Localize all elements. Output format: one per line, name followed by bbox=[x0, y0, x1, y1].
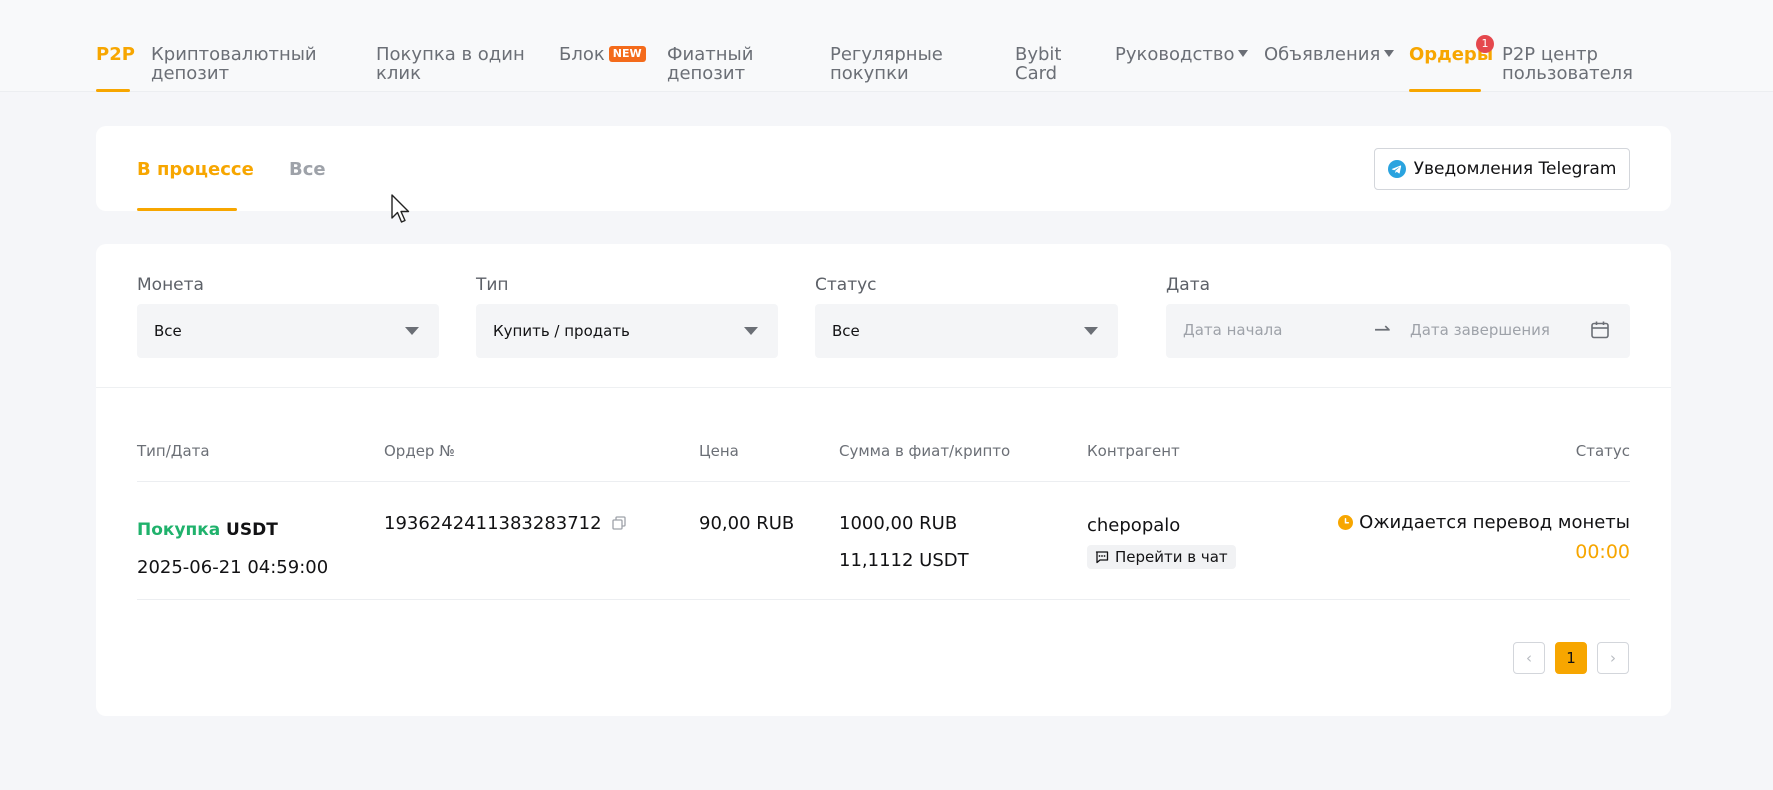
orders-card: Монета Все Тип Купить / продать Статус В… bbox=[96, 244, 1671, 716]
col-header-type-date: Тип/Дата bbox=[137, 442, 210, 460]
nav-block-label: Блок bbox=[559, 44, 605, 65]
date-range-picker[interactable]: Дата начала ⇀ Дата завершения bbox=[1166, 304, 1630, 358]
nav-block[interactable]: Блок NEW bbox=[559, 45, 646, 64]
caret-down-icon bbox=[1238, 50, 1249, 57]
nav-user-center[interactable]: P2P центр пользователя bbox=[1502, 45, 1637, 83]
coin-filter-label: Монета bbox=[137, 275, 204, 295]
order-coin: USDT bbox=[226, 520, 278, 540]
table-row-divider bbox=[137, 599, 1630, 600]
pagination-page-current[interactable]: 1 bbox=[1555, 642, 1587, 674]
nav-bybit-card[interactable]: Bybit Card bbox=[1015, 45, 1075, 83]
nav-crypto-deposit[interactable]: Криптовалютный депозит bbox=[151, 45, 331, 83]
date-start-input[interactable]: Дата начала bbox=[1183, 321, 1282, 339]
go-to-chat-button[interactable]: Перейти в чат bbox=[1087, 545, 1236, 569]
type-select[interactable]: Купить / продать bbox=[476, 304, 778, 358]
table-header-divider bbox=[137, 481, 1630, 482]
order-datetime: 2025-06-21 04:59:00 bbox=[137, 557, 329, 578]
new-badge: NEW bbox=[608, 46, 646, 62]
nav-guide-dropdown[interactable]: Руководство bbox=[1115, 44, 1249, 65]
nav-recurring-buy[interactable]: Регулярные покупки bbox=[830, 45, 950, 83]
telegram-icon bbox=[1387, 160, 1406, 178]
nav-one-click-buy[interactable]: Покупка в один клик bbox=[376, 45, 526, 83]
coin-select-value: Все bbox=[154, 322, 182, 340]
date-end-input[interactable]: Дата завершения bbox=[1410, 321, 1550, 339]
nav-ads-dropdown[interactable]: Объявления bbox=[1264, 44, 1395, 65]
col-header-counterparty: Контрагент bbox=[1087, 442, 1180, 460]
calendar-icon[interactable] bbox=[1590, 320, 1610, 340]
clock-icon bbox=[1338, 515, 1354, 530]
order-type: Покупка USDT bbox=[137, 519, 278, 540]
order-status-label: Ожидается перевод монеты bbox=[1359, 512, 1630, 533]
tab-active-underline bbox=[137, 208, 237, 211]
order-timer: 00:00 bbox=[1575, 541, 1630, 563]
col-header-price: Цена bbox=[699, 442, 739, 460]
order-side: Покупка bbox=[137, 520, 221, 540]
caret-down-icon bbox=[1384, 50, 1395, 57]
range-arrow-icon: ⇀ bbox=[1374, 317, 1391, 341]
nav-ads-label: Объявления bbox=[1264, 44, 1381, 65]
type-filter-label: Тип bbox=[476, 275, 509, 295]
filters-divider bbox=[96, 387, 1671, 388]
orders-notification-badge: 1 bbox=[1476, 35, 1494, 53]
order-price: 90,00 RUB bbox=[699, 513, 795, 534]
status-select-value: Все bbox=[832, 322, 860, 340]
chat-icon bbox=[1095, 551, 1109, 564]
col-header-order-no: Ордер № bbox=[384, 442, 455, 460]
order-fiat-amount: 1000,00 RUB bbox=[839, 513, 958, 534]
telegram-button-label: Уведомления Telegram bbox=[1413, 159, 1617, 179]
type-select-value: Купить / продать bbox=[493, 322, 630, 340]
pagination-prev-button[interactable]: ‹ bbox=[1513, 642, 1545, 674]
dropdown-arrow-icon bbox=[405, 327, 419, 335]
coin-select[interactable]: Все bbox=[137, 304, 439, 358]
nav-active-underline bbox=[96, 89, 130, 92]
dropdown-arrow-icon bbox=[1084, 327, 1098, 335]
copy-icon[interactable] bbox=[611, 516, 626, 530]
date-filter-label: Дата bbox=[1166, 275, 1211, 295]
tab-all[interactable]: Все bbox=[289, 159, 326, 180]
col-header-status: Статус bbox=[1575, 442, 1630, 460]
order-crypto-amount: 11,1112 USDT bbox=[839, 550, 969, 571]
status-select[interactable]: Все bbox=[815, 304, 1118, 358]
nav-guide-label: Руководство bbox=[1115, 44, 1235, 65]
order-status: Ожидается перевод монеты bbox=[1338, 512, 1630, 533]
dropdown-arrow-icon bbox=[744, 327, 758, 335]
counterparty-name[interactable]: chepopalo bbox=[1087, 515, 1180, 536]
tab-in-progress[interactable]: В процессе bbox=[137, 159, 254, 180]
nav-p2p[interactable]: P2P bbox=[96, 45, 135, 64]
chat-button-label: Перейти в чат bbox=[1115, 548, 1228, 566]
nav-fiat-deposit[interactable]: Фиатный депозит bbox=[667, 45, 787, 83]
status-filter-label: Статус bbox=[815, 275, 877, 295]
order-number-cell: 1936242411383283712 bbox=[384, 513, 626, 534]
top-navigation: P2P Криптовалютный депозит Покупка в оди… bbox=[0, 0, 1773, 92]
order-tabs-card: В процессе Все Уведомления Telegram bbox=[96, 126, 1671, 211]
pagination-next-button[interactable]: › bbox=[1597, 642, 1629, 674]
col-header-amount: Сумма в фиат/крипто bbox=[839, 442, 1011, 460]
mouse-cursor-icon bbox=[391, 194, 410, 223]
telegram-notifications-button[interactable]: Уведомления Telegram bbox=[1374, 148, 1630, 190]
nav-active-underline bbox=[1409, 89, 1481, 92]
order-number: 1936242411383283712 bbox=[384, 513, 602, 534]
